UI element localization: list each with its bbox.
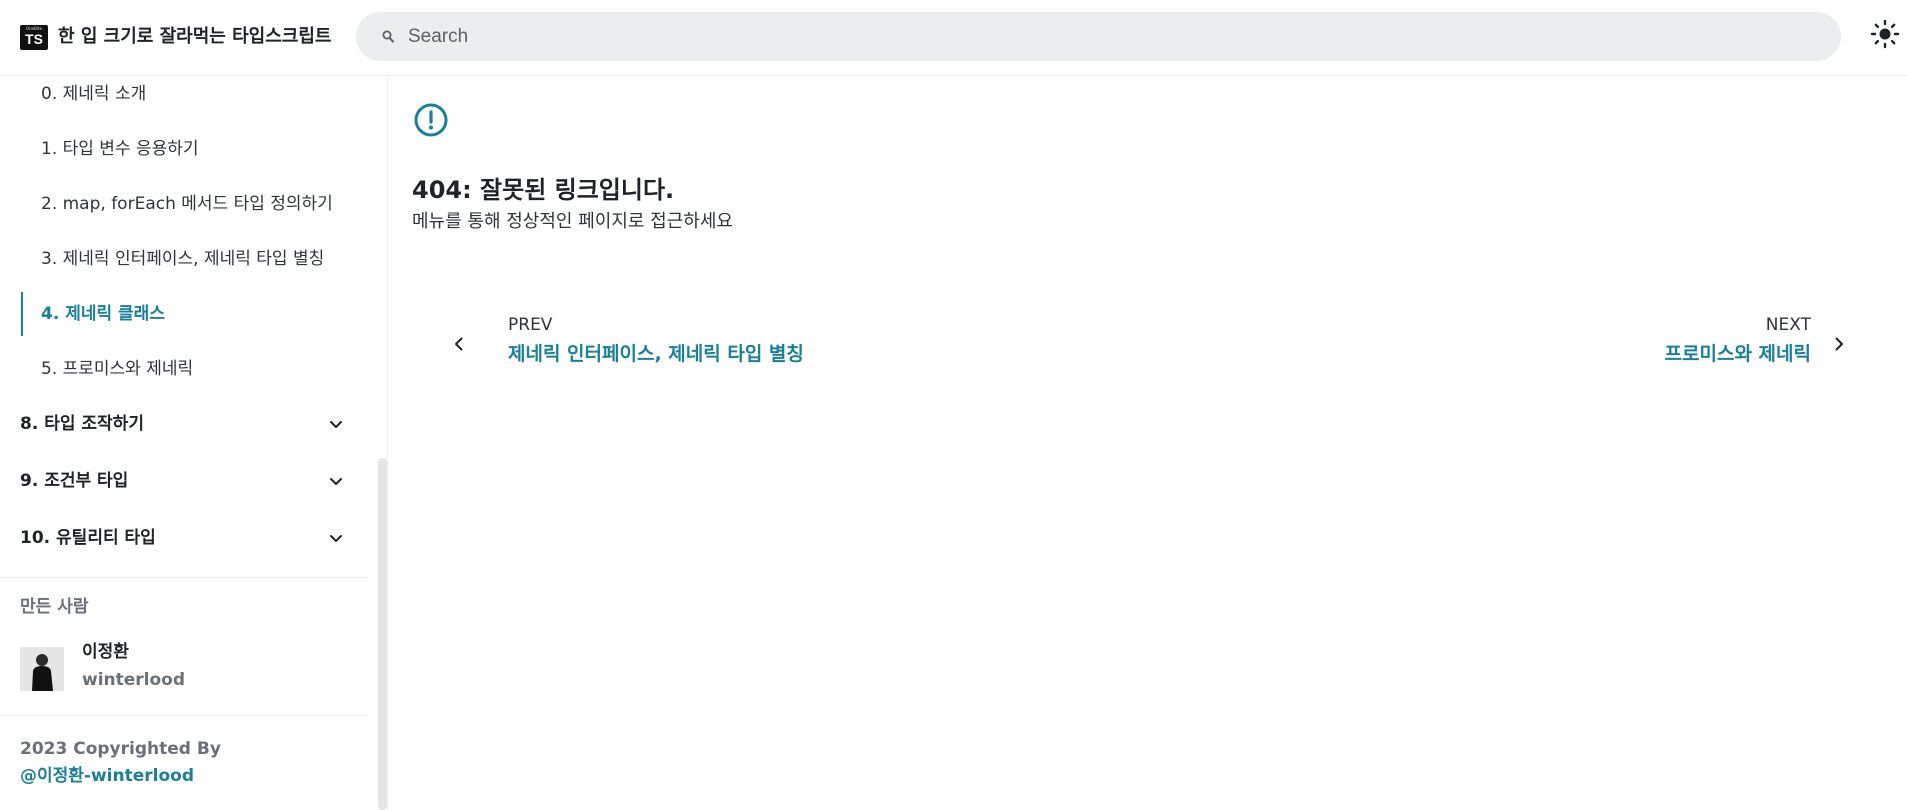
section-label: 8. 타입 조작하기 — [20, 414, 144, 434]
search-input[interactable]: Search — [356, 12, 1841, 61]
chevron-down-icon — [330, 421, 342, 428]
author-name[interactable]: 이정환 — [82, 640, 129, 664]
author-id[interactable]: winterlood — [82, 668, 185, 692]
next-page-link[interactable]: NEXT 프로미스와 제네릭 — [1447, 314, 1847, 374]
sun-icon[interactable] — [1870, 19, 1900, 49]
sidebar-item-generic-intro[interactable]: 0. 제네릭 소개 — [21, 72, 361, 116]
avatar — [20, 647, 64, 691]
avatar-image — [20, 647, 64, 691]
exclamation-circle-icon — [414, 103, 448, 137]
search-placeholder: Search — [408, 26, 469, 47]
sidebar-section-type-manipulation[interactable]: 8. 타입 조작하기 — [20, 402, 342, 446]
prev-page-link[interactable]: PREV 제네릭 인터페이스, 제네릭 타입 별칭 — [451, 314, 851, 374]
chevron-right-icon — [1835, 337, 1843, 351]
sidebar-item-generic-interface[interactable]: 3. 제네릭 인터페이스, 제네릭 타입 별칭 — [21, 237, 361, 281]
chevron-left-icon — [455, 337, 463, 351]
sidebar-section-conditional-types[interactable]: 9. 조건부 타입 — [20, 459, 342, 503]
page-title: 404: 잘못된 링크입니다. — [412, 176, 675, 204]
section-label: 10. 유틸리티 타입 — [20, 528, 156, 548]
chevron-down-icon — [330, 535, 342, 542]
sidebar-divider — [0, 715, 367, 716]
logo-text: TS — [25, 31, 43, 47]
chevron-down-icon — [330, 478, 342, 485]
prev-title: 제네릭 인터페이스, 제네릭 타입 별칭 — [508, 343, 804, 365]
site-title[interactable]: 한 입 크기로 잘라먹는 타입스크립트 — [58, 24, 331, 49]
sidebar-item-generic-class[interactable]: 4. 제네릭 클래스 — [21, 292, 361, 336]
next-label: NEXT — [1765, 315, 1811, 335]
sidebar-scrollbar[interactable] — [378, 458, 387, 810]
copyright-text: 2023 Copyrighted By — [20, 739, 221, 759]
section-label: 9. 조건부 타입 — [20, 471, 129, 491]
main-content: 404: 잘못된 링크입니다. 메뉴를 통해 정상적인 페이지로 접근하세요 P… — [389, 77, 1907, 810]
sidebar-item-promise-generic[interactable]: 5. 프로미스와 제네릭 — [21, 347, 361, 391]
sidebar-item-type-variable[interactable]: 1. 타입 변수 응용하기 — [21, 127, 361, 171]
error-description: 메뉴를 통해 정상적인 페이지로 접근하세요 — [412, 211, 733, 232]
prev-label: PREV — [508, 315, 553, 335]
search-icon — [382, 30, 394, 43]
sidebar: 0. 제네릭 소개 1. 타입 변수 응용하기 2. map, forEach … — [0, 77, 388, 810]
sidebar-section-utility-types[interactable]: 10. 유틸리티 타입 — [20, 516, 342, 560]
copyright-link[interactable]: @이정환-winterlood — [20, 764, 194, 788]
maker-label: 만든 사람 — [20, 597, 89, 617]
top-header: OneBite TS 한 입 크기로 잘라먹는 타입스크립트 Search — [0, 0, 1907, 76]
next-title: 프로미스와 제네릭 — [1664, 343, 1811, 365]
sidebar-divider — [0, 577, 367, 578]
sidebar-item-map-foreach[interactable]: 2. map, forEach 메서드 타입 정의하기 — [21, 182, 361, 226]
site-logo[interactable]: OneBite TS — [20, 25, 48, 50]
